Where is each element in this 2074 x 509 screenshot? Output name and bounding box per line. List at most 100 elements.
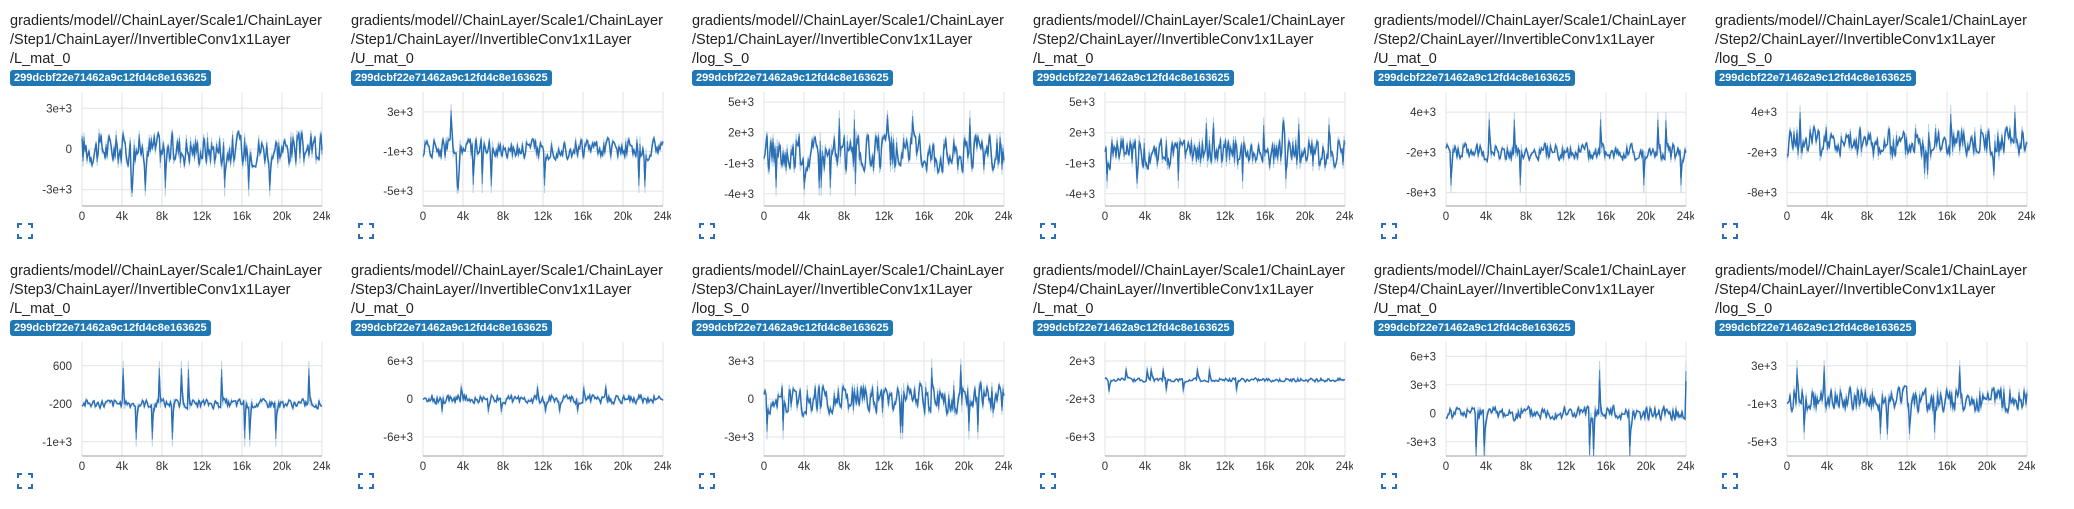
y-tick-label: 0 [66, 144, 72, 156]
chart-title-line: /L_mat_0 [10, 301, 71, 317]
chart-title-line: /Step4/ChainLayer//InvertibleConv1x1Laye… [1715, 282, 1996, 298]
expand-icon-corner [699, 223, 704, 228]
x-tick-label: 16k [915, 461, 934, 473]
y-tick-label: -1e+3 [724, 158, 754, 170]
x-tick-label: 20k [1637, 461, 1656, 473]
expand-button[interactable] [1039, 472, 1057, 490]
chart-title-line: /Step2/ChainLayer//InvertibleConv1x1Laye… [1374, 32, 1655, 48]
line-chart: 0 4k 8k 12k 16k 20k 24k 600 -200 -1e+3 [42, 342, 330, 473]
x-tick-label: 4k [116, 211, 128, 223]
x-tick-label: 20k [1637, 211, 1656, 223]
y-tick-label: -2e+3 [1065, 394, 1095, 406]
expand-icon-corner [699, 473, 704, 478]
chart-title-line: gradients/model//ChainLayer/Scale1/Chain… [1374, 263, 1686, 279]
x-tick-label: 20k [955, 461, 974, 473]
x-tick-label: 8k [838, 461, 850, 473]
x-tick-label: 16k [233, 461, 252, 473]
expand-button[interactable] [1380, 472, 1398, 490]
scalar-chart-grid: gradients/model//ChainLayer/Scale1/Chain… [0, 0, 2074, 509]
line-chart: 0 4k 8k 12k 16k 20k 24k 3e+3 0 -3e+3 [42, 92, 330, 223]
expand-button[interactable] [1721, 222, 1739, 240]
x-tick-label: 24k [2018, 461, 2035, 473]
x-tick-label: 8k [1520, 211, 1532, 223]
chart-title-line: gradients/model//ChainLayer/Scale1/Chain… [692, 263, 1004, 279]
expand-button[interactable] [1721, 472, 1739, 490]
chart-card: gradients/model//ChainLayer/Scale1/Chain… [1364, 250, 1694, 500]
expand-icon-corner [1733, 223, 1738, 228]
expand-icon-corner [1051, 223, 1056, 228]
run-badge: 299dcbf22e71462a9c12fd4c8e163625 [692, 320, 893, 336]
expand-icon-corner [1051, 473, 1056, 478]
x-tick-label: 8k [497, 461, 509, 473]
x-tick-label: 4k [1139, 461, 1151, 473]
line-chart: 0 4k 8k 12k 16k 20k 24k 6e+3 0 -6e+3 [383, 342, 671, 473]
chart-title: gradients/model//ChainLayer/Scale1/Chain… [351, 262, 671, 319]
line-chart: 0 4k 8k 12k 16k 20k 24k 4e+3 -2e+3 -8e+3 [1747, 92, 2035, 223]
expand-button[interactable] [357, 472, 375, 490]
expand-icon [699, 223, 715, 239]
expand-icon-corner [1040, 234, 1045, 239]
chart-title: gradients/model//ChainLayer/Scale1/Chain… [1374, 12, 1694, 69]
chart-title-line: gradients/model//ChainLayer/Scale1/Chain… [1033, 263, 1345, 279]
expand-icon-corner [369, 234, 374, 239]
run-badge: 299dcbf22e71462a9c12fd4c8e163625 [1715, 70, 1916, 86]
run-badge: 299dcbf22e71462a9c12fd4c8e163625 [1033, 320, 1234, 336]
chart-card: gradients/model//ChainLayer/Scale1/Chain… [0, 0, 330, 250]
x-tick-label: 24k [2018, 211, 2035, 223]
run-badge: 299dcbf22e71462a9c12fd4c8e163625 [10, 320, 211, 336]
x-tick-label: 4k [798, 461, 810, 473]
x-tick-label: 8k [1861, 461, 1873, 473]
expand-icon-corner [28, 473, 33, 478]
x-tick-label: 16k [1938, 461, 1957, 473]
y-tick-label: -6e+3 [383, 432, 413, 444]
expand-icon [1381, 223, 1397, 239]
chart-title-line: /Step1/ChainLayer//InvertibleConv1x1Laye… [10, 32, 291, 48]
x-tick-label: 0 [79, 461, 85, 473]
x-tick-label: 16k [1938, 211, 1957, 223]
y-tick-label: 600 [53, 361, 72, 373]
x-tick-label: 16k [1597, 461, 1616, 473]
x-tick-label: 12k [193, 211, 212, 223]
expand-icon-corner [1722, 473, 1727, 478]
line-chart: 0 4k 8k 12k 16k 20k 24k 6e+3 3e+3 0 -3e+3 [1406, 342, 1694, 473]
x-tick-label: 24k [1677, 461, 1694, 473]
expand-icon [699, 473, 715, 489]
line-chart: 0 4k 8k 12k 16k 20k 24k 3e+3 -1e+3 -5e+3 [383, 92, 671, 223]
y-tick-label: 6e+3 [387, 356, 413, 368]
expand-button[interactable] [16, 222, 34, 240]
expand-icon [1040, 473, 1056, 489]
expand-icon-corner [1381, 473, 1386, 478]
expand-button[interactable] [357, 222, 375, 240]
expand-icon-corner [28, 484, 33, 489]
expand-icon-corner [28, 223, 33, 228]
y-tick-label: -1e+3 [42, 437, 72, 449]
expand-icon-corner [1722, 484, 1727, 489]
chart-title-line: /Step3/ChainLayer//InvertibleConv1x1Laye… [10, 282, 291, 298]
chart-title-line: /Step2/ChainLayer//InvertibleConv1x1Laye… [1715, 32, 1996, 48]
line-chart: 0 4k 8k 12k 16k 20k 24k 2e+3 -2e+3 -6e+3 [1065, 342, 1353, 473]
y-tick-label: 4e+3 [1410, 107, 1436, 119]
expand-button[interactable] [1380, 222, 1398, 240]
chart-title-line: /U_mat_0 [1374, 51, 1437, 67]
y-tick-label: 0 [748, 394, 754, 406]
x-tick-label: 0 [1102, 211, 1108, 223]
y-tick-label: -5e+3 [383, 186, 413, 198]
y-tick-label: -1e+3 [1065, 158, 1095, 170]
x-tick-label: 16k [233, 211, 252, 223]
chart-title-line: gradients/model//ChainLayer/Scale1/Chain… [10, 13, 322, 29]
x-tick-label: 12k [1216, 461, 1235, 473]
y-tick-label: 5e+3 [1069, 97, 1095, 109]
y-tick-label: -8e+3 [1747, 188, 1777, 200]
expand-button[interactable] [16, 472, 34, 490]
expand-button[interactable] [1039, 222, 1057, 240]
x-tick-label: 8k [1179, 211, 1191, 223]
expand-icon-corner [1040, 484, 1045, 489]
x-tick-label: 20k [614, 461, 633, 473]
expand-icon-corner [710, 484, 715, 489]
expand-icon [358, 223, 374, 239]
expand-button[interactable] [698, 472, 716, 490]
chart-title-line: /U_mat_0 [351, 51, 414, 67]
expand-button[interactable] [698, 222, 716, 240]
x-tick-label: 16k [574, 461, 593, 473]
x-tick-label: 12k [875, 461, 894, 473]
